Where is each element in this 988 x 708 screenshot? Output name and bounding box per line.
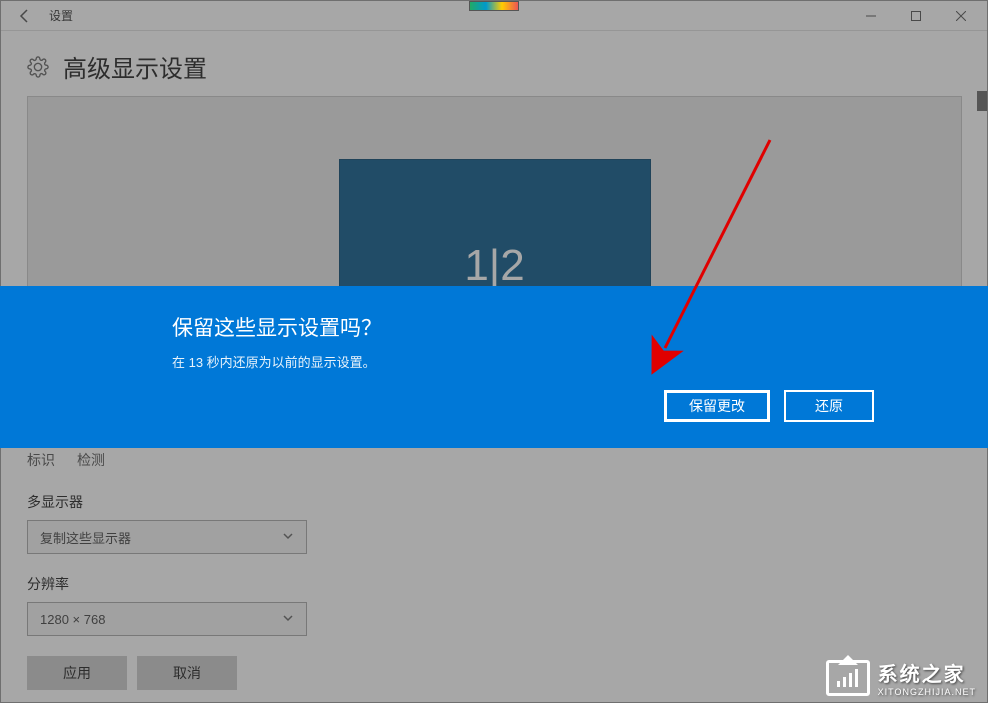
dialog-title: 保留这些显示设置吗？	[172, 312, 988, 342]
resolution-select[interactable]: 1280 × 768	[27, 602, 307, 636]
maximize-button[interactable]	[893, 1, 938, 30]
back-arrow-icon	[17, 8, 33, 24]
revert-button[interactable]: 还原	[784, 390, 874, 422]
keep-changes-button[interactable]: 保留更改	[664, 390, 770, 422]
apply-button[interactable]: 应用	[27, 656, 127, 690]
action-button-row: 应用 取消	[27, 656, 961, 690]
watermark-text-en: XITONGZHIJIA.NET	[878, 687, 976, 697]
resolution-label: 分辨率	[27, 574, 961, 594]
side-tab-decoration	[977, 91, 987, 111]
multi-display-value: 复制这些显示器	[40, 528, 131, 547]
resolution-value: 1280 × 768	[40, 612, 105, 627]
dialog-message: 在 13 秒内还原为以前的显示设置。	[172, 352, 988, 371]
window-controls	[848, 1, 983, 30]
page-title: 高级显示设置	[63, 49, 207, 84]
chevron-down-icon	[282, 530, 294, 545]
keep-settings-dialog: 保留这些显示设置吗？ 在 13 秒内还原为以前的显示设置。 保留更改 还原	[0, 286, 988, 448]
display-action-links: 标识 检测	[27, 450, 961, 470]
watermark-text-cn: 系统之家	[878, 658, 976, 687]
dialog-button-row: 保留更改 还原	[664, 390, 874, 422]
chevron-down-icon	[282, 612, 294, 627]
page-header: 高级显示设置	[27, 49, 961, 84]
window-title: 设置	[49, 7, 73, 24]
maximize-icon	[911, 11, 921, 21]
debug-color-strip	[469, 1, 519, 11]
cancel-button[interactable]: 取消	[137, 656, 237, 690]
back-button[interactable]	[5, 1, 45, 30]
close-icon	[956, 11, 966, 21]
monitor-id-label: 1|2	[464, 241, 524, 291]
minimize-button[interactable]	[848, 1, 893, 30]
gear-icon	[27, 56, 49, 78]
watermark: 系统之家 XITONGZHIJIA.NET	[826, 658, 976, 697]
detect-link[interactable]: 检测	[77, 450, 105, 470]
identify-link[interactable]: 标识	[27, 450, 55, 470]
close-button[interactable]	[938, 1, 983, 30]
multi-display-select[interactable]: 复制这些显示器	[27, 520, 307, 554]
multi-display-label: 多显示器	[27, 492, 961, 512]
minimize-icon	[866, 11, 876, 21]
watermark-house-icon	[826, 660, 870, 696]
